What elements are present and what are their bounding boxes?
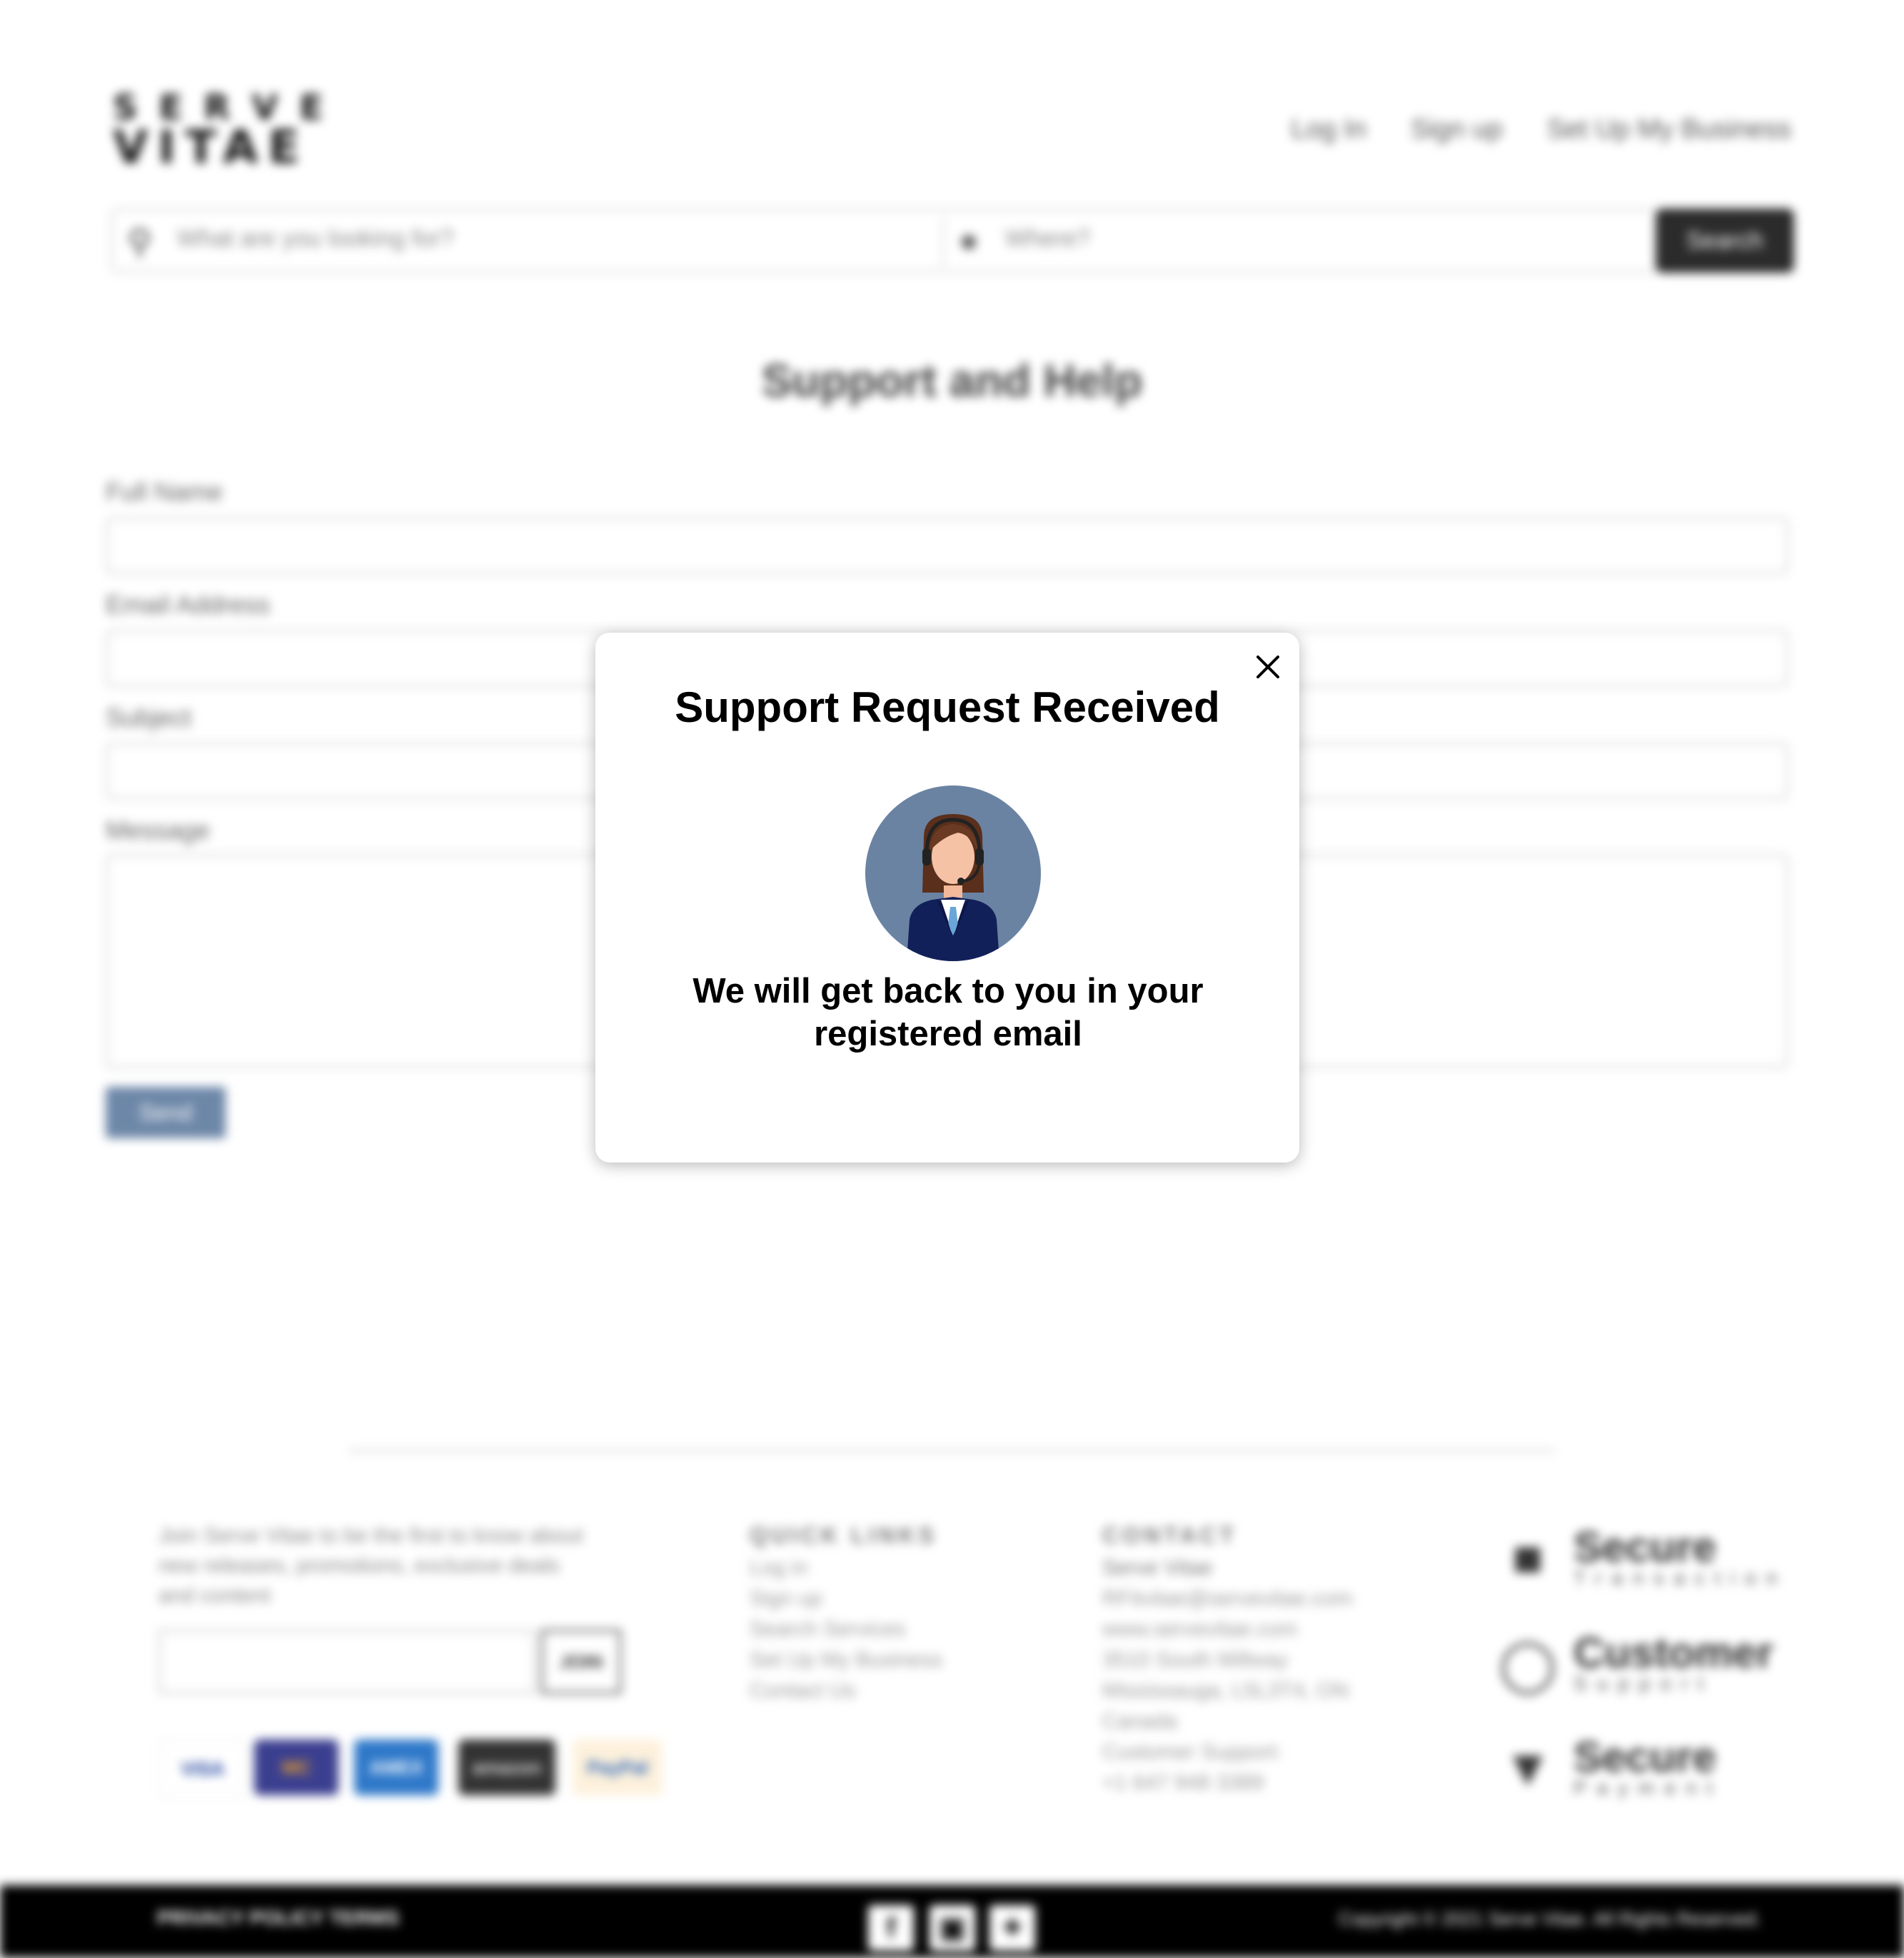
footer-link-setup-business[interactable]: Set Up My Business: [750, 1645, 942, 1675]
contact-name: Serve Vitae: [1102, 1556, 1213, 1580]
search-what-input[interactable]: What are you looking for?: [177, 225, 453, 253]
contact-address-2: Mississauga, L5L3T4, ON: [1102, 1679, 1349, 1702]
footer-link-contact[interactable]: Contact Us: [750, 1675, 942, 1706]
contact-address-1: 3510 South Millway: [1102, 1648, 1289, 1672]
contact-list: Serve Vitae RFitvitae@servevitae.com www…: [1102, 1552, 1353, 1798]
badge-title: Secure: [1573, 1523, 1717, 1571]
location-pin-icon: ●: [959, 221, 979, 258]
support-received-dialog: Support Request Received We will get bac…: [595, 633, 1299, 1163]
page-title: Support and Help: [761, 355, 1143, 406]
instagram-icon[interactable]: ▣: [930, 1905, 975, 1951]
secure-payment-badge: ▼ Secure Payment: [1494, 1734, 1723, 1802]
shield-check-icon: ▼: [1502, 1739, 1553, 1797]
customer-support-badge: ◯ Customer Support: [1494, 1630, 1773, 1698]
twitter-icon[interactable]: ✦: [989, 1905, 1035, 1951]
logo-line-1: SERVE: [113, 88, 345, 128]
subject-label: Subject: [106, 703, 192, 732]
legal-links[interactable]: PRIVACY POLICY TERMS: [157, 1907, 399, 1929]
full-name-label: Full Name: [106, 477, 223, 506]
message-label: Message: [106, 815, 211, 845]
badge-title: Secure: [1573, 1733, 1717, 1781]
search-button[interactable]: Search: [1656, 209, 1794, 273]
email-label: Email Address: [106, 590, 271, 619]
contact-email[interactable]: RFitvitae@servevitae.com: [1102, 1583, 1353, 1614]
search-bar: ⚲ What are you looking for? ● Where? Sea…: [111, 209, 1794, 273]
newsletter-text: Join Serve Vitae to be the first to know…: [158, 1524, 583, 1607]
contact-title: CONTACT: [1102, 1522, 1238, 1548]
nav-login[interactable]: Log In: [1291, 114, 1366, 145]
contact-website[interactable]: www.servevitae.com: [1102, 1614, 1353, 1645]
contact-support-label: Customer Support:: [1102, 1740, 1282, 1764]
secure-transaction-badge: ■ Secure Transaction: [1494, 1524, 1787, 1592]
amex-logo: AMEX: [354, 1739, 438, 1795]
search-where-input[interactable]: Where?: [1005, 225, 1090, 253]
search-divider: [942, 216, 945, 268]
mastercard-logo: MC: [254, 1739, 338, 1795]
nav-setup-business[interactable]: Set Up My Business: [1547, 114, 1791, 145]
footer-link-login[interactable]: Log in: [750, 1552, 942, 1583]
copyright-text: Copyright © 2021 Serve Vitae. All Rights…: [1338, 1908, 1761, 1929]
footer-divider: [348, 1450, 1555, 1452]
nav-signup[interactable]: Sign up: [1411, 114, 1503, 145]
24-7-icon: ◯: [1498, 1636, 1557, 1693]
dialog-message: We will get back to you in your register…: [692, 972, 1204, 1053]
quick-links-title: QUICK LINKS: [750, 1522, 937, 1548]
badge-title: Customer: [1573, 1629, 1774, 1677]
close-icon[interactable]: [1252, 651, 1284, 683]
facebook-icon[interactable]: f: [868, 1905, 914, 1951]
site-logo[interactable]: SERVE VITAE: [113, 88, 345, 174]
newsletter-email-input[interactable]: [158, 1630, 535, 1694]
contact-address-3: Canada: [1102, 1710, 1178, 1733]
badge-sub: Transaction: [1573, 1567, 1788, 1589]
contact-phone[interactable]: +1 647 948 3389: [1102, 1767, 1353, 1798]
footer-link-search-services[interactable]: Search Services: [750, 1614, 942, 1645]
logo-line-2: VITAE: [113, 121, 310, 174]
lock-icon: ■: [1512, 1530, 1543, 1587]
amazon-pay-logo: amazon: [458, 1739, 555, 1795]
quick-links-list: Log in Sign up Search Services Set Up My…: [750, 1552, 942, 1706]
send-button[interactable]: Send: [106, 1087, 226, 1138]
dialog-title: Support Request Received: [675, 683, 1220, 731]
full-name-input[interactable]: [106, 517, 1788, 574]
paypal-logo: PayPal: [573, 1739, 663, 1795]
footer-link-signup[interactable]: Sign up: [750, 1583, 942, 1614]
visa-logo: VISA: [158, 1739, 247, 1798]
search-icon: ⚲: [127, 224, 153, 261]
support-agent-icon: [865, 785, 1041, 961]
join-button[interactable]: JOIN: [541, 1630, 621, 1694]
badge-sub: Payment: [1573, 1777, 1723, 1799]
top-nav: Log In Sign up Set Up My Business: [1291, 114, 1791, 145]
